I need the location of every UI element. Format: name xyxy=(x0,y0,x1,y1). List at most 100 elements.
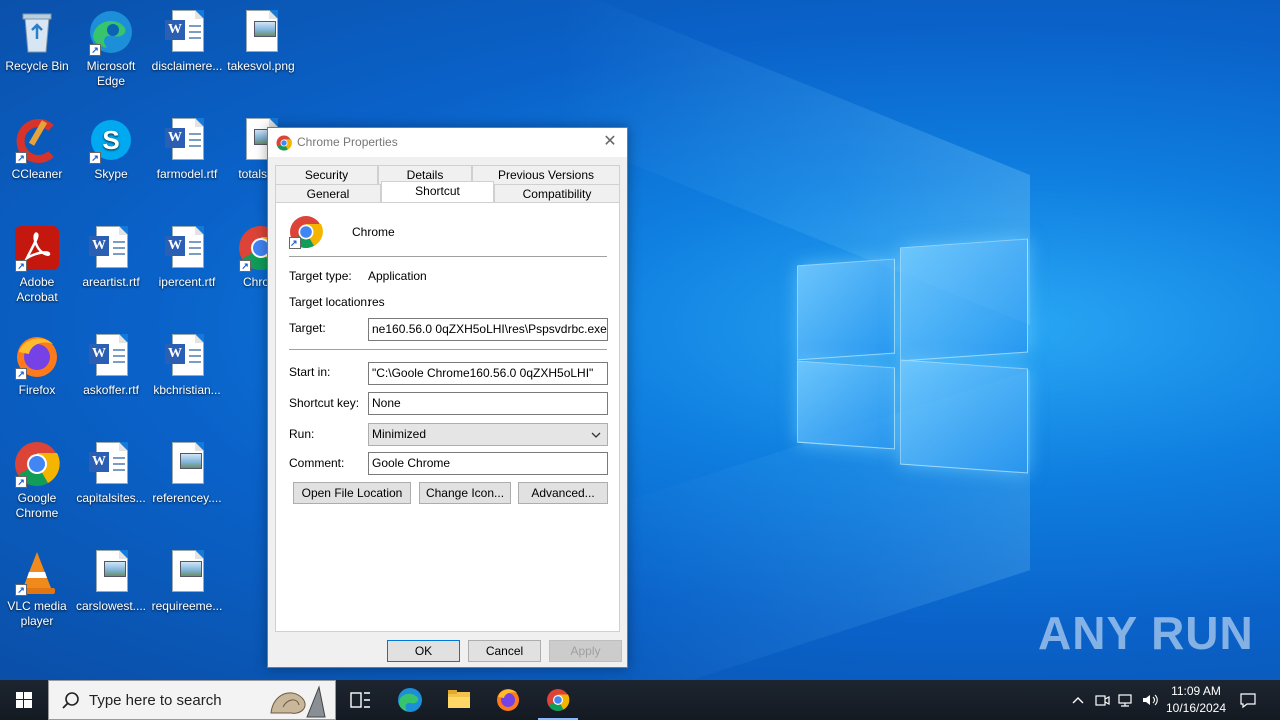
cancel-button[interactable]: Cancel xyxy=(468,640,541,662)
word-doc-icon: W xyxy=(87,332,135,380)
taskbar-chrome[interactable] xyxy=(534,680,582,720)
desktop-icon-ccleaner[interactable]: ↗ CCleaner xyxy=(0,116,74,182)
divider xyxy=(289,256,607,257)
divider xyxy=(289,349,607,350)
task-view-icon xyxy=(350,692,370,708)
shortcut-arrow-icon: ↗ xyxy=(239,260,251,272)
target-location-value: res xyxy=(368,295,385,309)
desktop-icon-label: requireeme... xyxy=(151,599,223,613)
target-type-label: Target type: xyxy=(289,269,352,283)
ok-button[interactable]: OK xyxy=(387,640,460,662)
taskbar-firefox[interactable] xyxy=(484,680,532,720)
desktop-icon-label: askoffer.rtf xyxy=(83,383,139,397)
taskbar-search-box[interactable]: Type here to search xyxy=(48,680,336,720)
chrome-icon: ↗ xyxy=(289,215,323,249)
desktop-icon-recycle-bin[interactable]: Recycle Bin xyxy=(0,8,74,74)
desktop-icon-label: farmodel.rtf xyxy=(156,167,218,181)
advanced-button[interactable]: Advanced... xyxy=(518,482,608,504)
desktop-icon-google-chrome[interactable]: ↗ Google Chrome xyxy=(0,440,74,521)
run-select[interactable]: Minimized xyxy=(368,423,608,446)
target-type-value: Application xyxy=(368,269,427,283)
tab-compatibility[interactable]: Compatibility xyxy=(494,184,620,203)
image-file-icon xyxy=(87,548,135,596)
desktop-icon-adobe-acrobat[interactable]: ↗ Adobe Acrobat xyxy=(0,224,74,305)
acrobat-icon: ↗ xyxy=(13,224,61,272)
image-file-icon xyxy=(163,548,211,596)
desktop-icon-skype[interactable]: S ↗ Skype xyxy=(74,116,148,182)
desktop-icon-referencey[interactable]: referencey.... xyxy=(150,440,224,506)
desktop-icon-askoffer[interactable]: W askoffer.rtf xyxy=(74,332,148,398)
apply-button[interactable]: Apply xyxy=(549,640,622,662)
open-file-location-button[interactable]: Open File Location xyxy=(293,482,411,504)
desktop-icon-label: ipercent.rtf xyxy=(158,275,216,289)
desktop-icon-carslowest[interactable]: carslowest.... xyxy=(74,548,148,614)
comment-field[interactable]: Goole Chrome xyxy=(368,452,608,475)
desktop-icon-label: Adobe Acrobat xyxy=(16,275,58,304)
word-doc-icon: W xyxy=(163,8,211,56)
search-icon xyxy=(61,691,81,711)
start-in-field[interactable]: "C:\Goole Chrome160.56.0 0qZXH5oLHI" xyxy=(368,362,608,385)
target-label: Target: xyxy=(289,321,326,335)
target-field[interactable]: ne160.56.0 0qZXH5oLHI\res\Pspsvdrbc.exe"… xyxy=(368,318,608,341)
wallpaper-logo-pane xyxy=(900,238,1028,362)
firefox-icon xyxy=(497,689,519,711)
desktop-icon-disclaimere[interactable]: W disclaimere... xyxy=(150,8,224,74)
image-file-icon xyxy=(237,8,285,56)
shortcut-tab-panel: ↗ Chrome Target type: Application Target… xyxy=(275,202,620,632)
shortcut-arrow-icon: ↗ xyxy=(15,584,27,596)
vlc-icon: ↗ xyxy=(13,548,61,596)
desktop-icon-label: kbchristian... xyxy=(153,383,221,397)
desktop-icon-label: disclaimere... xyxy=(151,59,223,73)
taskbar-file-explorer[interactable] xyxy=(435,680,483,720)
close-button[interactable]: ✕ xyxy=(593,128,627,157)
desktop-icon-requireeme[interactable]: requireeme... xyxy=(150,548,224,614)
desktop-icon-label: referencey.... xyxy=(152,491,222,505)
anyrun-watermark: ANY RUN xyxy=(1038,607,1254,659)
desktop-icon-vlc[interactable]: ↗ VLC media player xyxy=(0,548,74,629)
task-view-button[interactable] xyxy=(336,680,384,720)
network-icon[interactable] xyxy=(1116,690,1136,710)
edge-icon xyxy=(398,688,422,712)
dialog-titlebar[interactable]: Chrome Properties ✕ xyxy=(268,128,627,157)
tab-general[interactable]: General xyxy=(275,184,381,203)
windows-logo-icon xyxy=(16,692,32,708)
target-location-label: Target location: xyxy=(289,295,371,309)
desktop-icon-farmodel[interactable]: W farmodel.rtf xyxy=(150,116,224,182)
taskbar-edge[interactable] xyxy=(386,680,434,720)
start-in-label: Start in: xyxy=(289,365,331,379)
tab-previous-versions[interactable]: Previous Versions xyxy=(472,165,620,184)
desktop-icon-takesvol[interactable]: takesvol.png xyxy=(224,8,298,74)
desktop-icon-label: Firefox xyxy=(18,383,56,397)
desktop-icon-label: areartist.rtf xyxy=(82,275,140,289)
word-doc-icon: W xyxy=(163,332,211,380)
desktop-icon-firefox[interactable]: ↗ Firefox xyxy=(0,332,74,398)
desktop-icon-microsoft-edge[interactable]: ↗ Microsoft Edge xyxy=(74,8,148,89)
file-explorer-icon xyxy=(448,690,470,708)
desktop-icon-capitalsites[interactable]: W capitalsites... xyxy=(74,440,148,506)
run-label: Run: xyxy=(289,427,315,441)
change-icon-button[interactable]: Change Icon... xyxy=(419,482,511,504)
shortcut-arrow-icon: ↗ xyxy=(15,476,27,488)
clock-date: 10/16/2024 xyxy=(1165,701,1227,715)
start-button[interactable] xyxy=(0,680,48,720)
chrome-icon: ↗ xyxy=(13,440,61,488)
search-placeholder: Type here to search xyxy=(89,692,222,709)
desktop-icon-kbchristian[interactable]: W kbchristian... xyxy=(150,332,224,398)
desktop-icon-areartist[interactable]: W areartist.rtf xyxy=(74,224,148,290)
search-highlight-shell-icon xyxy=(263,683,331,719)
desktop-icon-label: carslowest.... xyxy=(75,599,147,613)
desktop-icon-label: VLC media player xyxy=(7,599,67,628)
notification-center-icon[interactable] xyxy=(1238,690,1258,710)
word-doc-icon: W xyxy=(87,440,135,488)
meet-now-icon[interactable] xyxy=(1092,690,1112,710)
system-clock[interactable]: 11:09 AM 10/16/2024 xyxy=(1156,683,1236,717)
tab-security[interactable]: Security xyxy=(275,165,378,184)
edge-icon: ↗ xyxy=(87,8,135,56)
firefox-icon: ↗ xyxy=(13,332,61,380)
shortcut-key-label: Shortcut key: xyxy=(289,396,360,410)
chevron-up-icon[interactable] xyxy=(1068,690,1088,710)
shortcut-arrow-icon: ↗ xyxy=(15,368,27,380)
desktop-icon-ipercent[interactable]: W ipercent.rtf xyxy=(150,224,224,290)
shortcut-key-field[interactable]: None xyxy=(368,392,608,415)
tab-shortcut[interactable]: Shortcut xyxy=(381,181,494,202)
